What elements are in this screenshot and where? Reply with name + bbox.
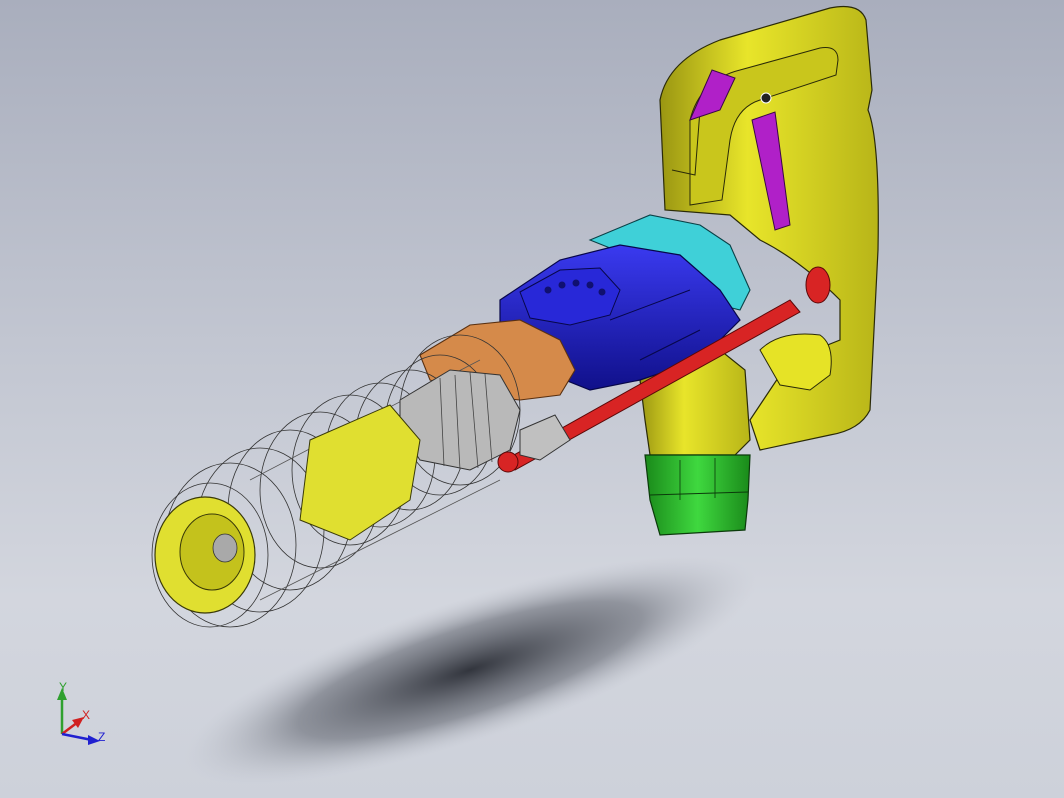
tube-nut-part[interactable] <box>519 414 571 461</box>
triad-z-label: Z <box>98 730 106 744</box>
air-fitting-part[interactable] <box>644 454 751 536</box>
triad-x-label: X <box>82 708 91 722</box>
coordinate-triad: Y X Z <box>48 676 118 756</box>
graphics-viewport[interactable]: Y X Z <box>0 0 1064 798</box>
nose-sleeve-part[interactable] <box>154 404 421 614</box>
model-scene[interactable] <box>0 0 1064 798</box>
triad-y-label: Y <box>59 680 68 694</box>
